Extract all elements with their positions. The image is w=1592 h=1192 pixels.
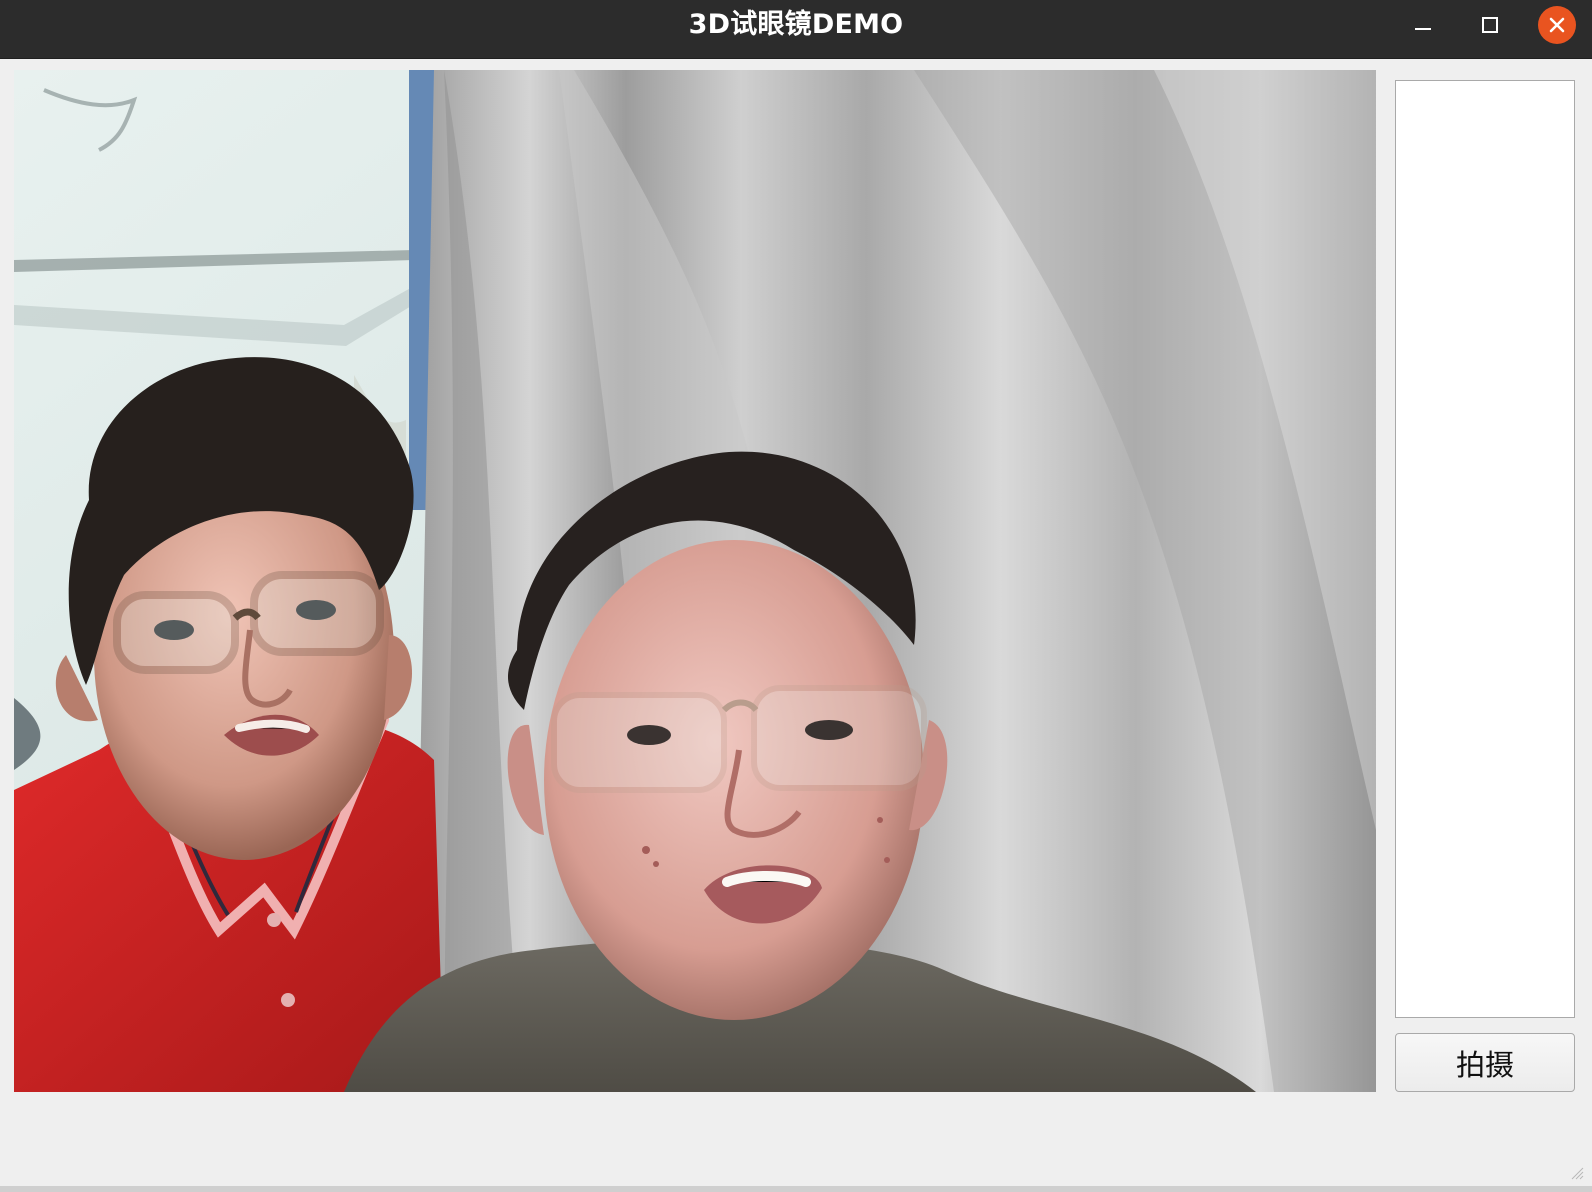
minimize-icon [1415, 28, 1431, 30]
capture-button[interactable]: 拍摄 [1395, 1033, 1575, 1092]
captured-image-panel [1395, 80, 1575, 1018]
camera-preview-image [14, 70, 1376, 1092]
window-bottom-strip [0, 1186, 1592, 1192]
main-content: 拍摄 [0, 60, 1592, 1192]
close-icon [1549, 17, 1565, 33]
maximize-button[interactable] [1471, 6, 1509, 44]
resize-grip-icon[interactable] [1569, 1165, 1584, 1180]
close-button[interactable] [1538, 6, 1576, 44]
title-bar[interactable]: 3D试眼镜DEMO [0, 0, 1592, 59]
camera-preview [14, 70, 1376, 1092]
application-window: 3D试眼镜DEMO 拍摄 [0, 0, 1592, 1192]
minimize-button[interactable] [1404, 6, 1442, 44]
window-title: 3D试眼镜DEMO [688, 9, 904, 40]
maximize-icon [1482, 17, 1498, 33]
